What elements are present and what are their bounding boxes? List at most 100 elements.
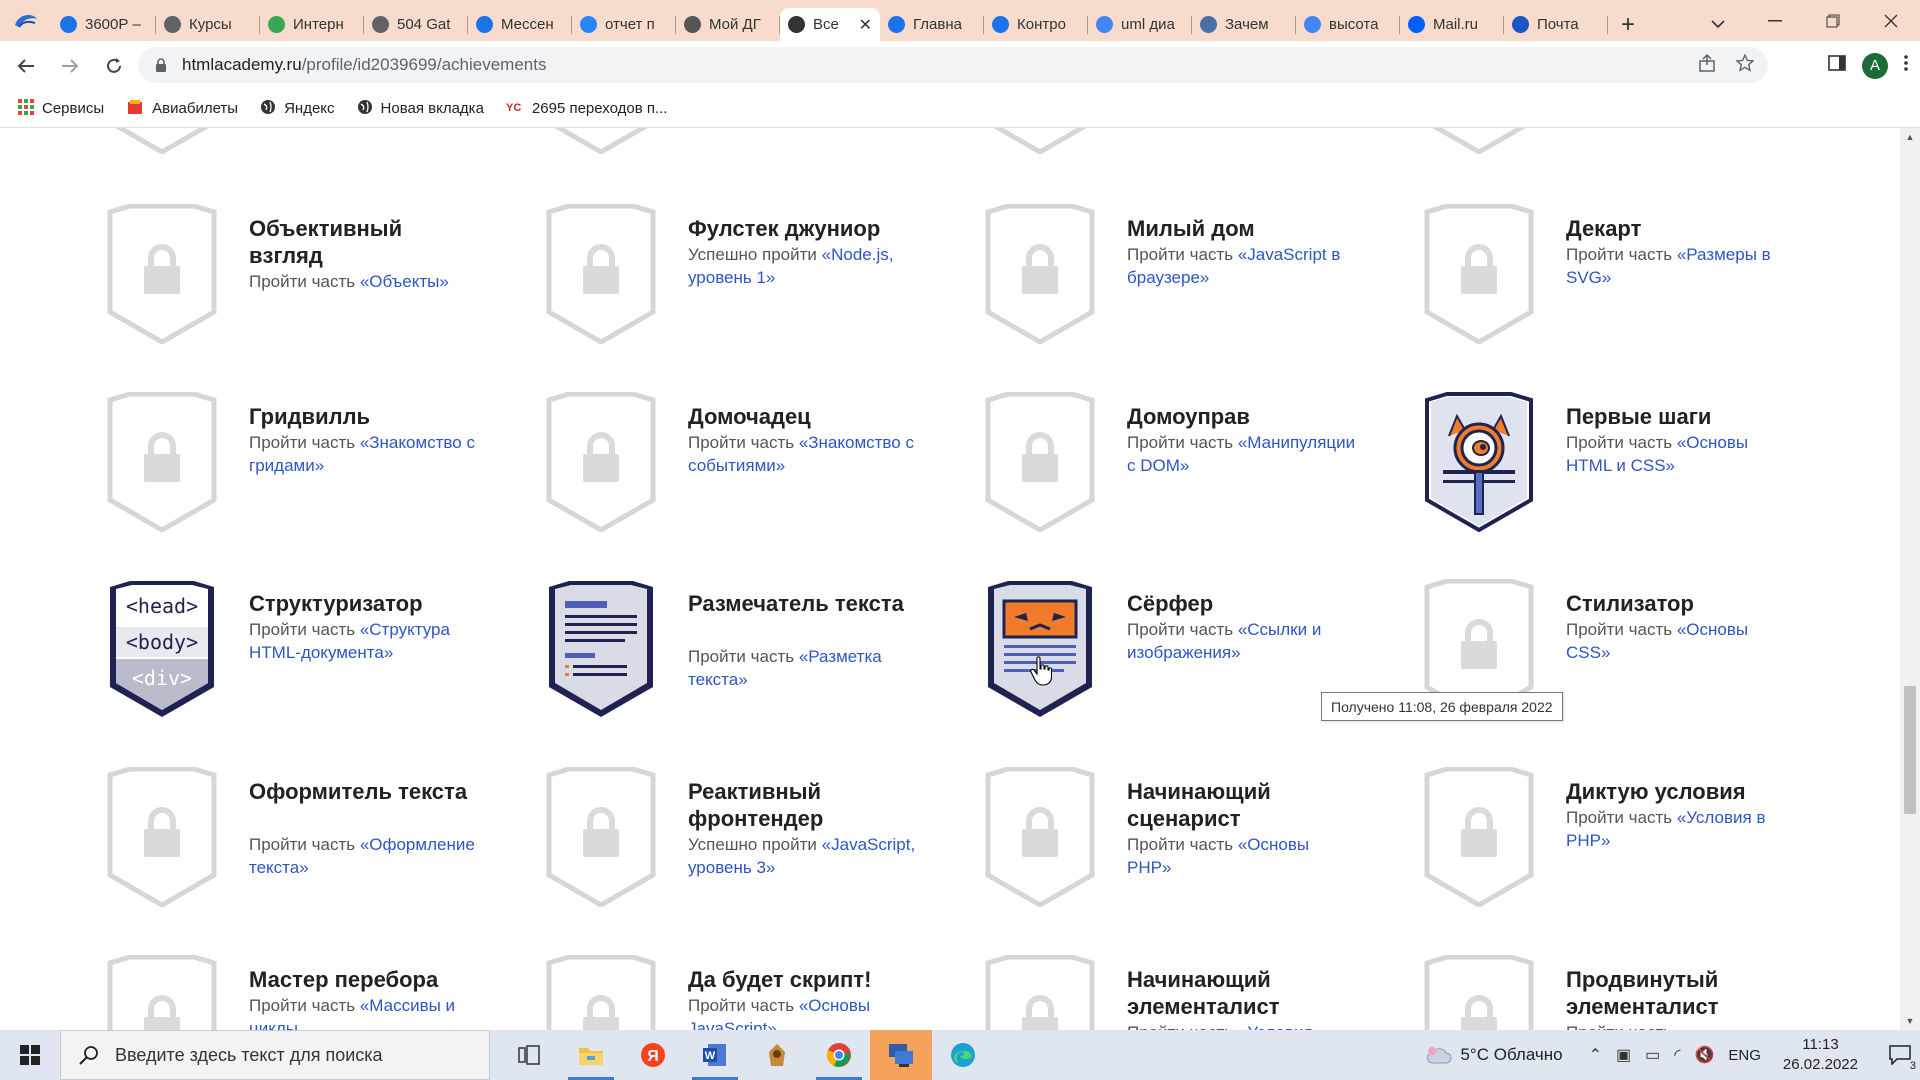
new-tab-button[interactable]: + (1608, 8, 1648, 41)
speaker-muted-icon[interactable]: 🔇 (1694, 1045, 1714, 1065)
file-explorer-icon[interactable] (560, 1030, 622, 1080)
tab-search-button[interactable] (0, 0, 52, 41)
forward-button[interactable] (52, 48, 88, 84)
course-link[interactable]: «Условия (1238, 1023, 1313, 1030)
achievement-card[interactable]: Фулстек джуниор Успешно пройти «Node.js, … (545, 203, 965, 364)
notifications-button[interactable]: 3 (1880, 1030, 1920, 1080)
achievement-card[interactable]: Мастер перебора Пройти часть «Массивы и ц… (106, 954, 526, 1030)
achievement-card[interactable]: Объективный взгляд Пройти часть «Объекты» (106, 203, 526, 364)
tab[interactable]: Мой ДГ (676, 8, 780, 41)
achievement-badge-locked[interactable] (984, 954, 1096, 1030)
achievement-card[interactable]: Да будет скрипт! Пройти часть «Основы Jav… (545, 954, 965, 1030)
achievement-badge-locked[interactable] (984, 391, 1096, 533)
tab[interactable]: Контро (984, 8, 1088, 41)
achievement-badge-locked[interactable] (1423, 954, 1535, 1030)
achievement-card[interactable]: Гридвилль Пройти часть «Знакомство с грид… (106, 391, 526, 552)
task-view-icon[interactable] (498, 1030, 560, 1080)
achievement-card[interactable]: Домочадец Пройти часть «Знакомство с собы… (545, 391, 965, 552)
achievement-card[interactable]: Домоуправ Пройти часть «Манипуляции с DOM… (984, 391, 1404, 552)
achievement-badge-earned[interactable] (1423, 392, 1535, 533)
tab[interactable]: отчет п (572, 8, 676, 41)
achievement-badge-locked[interactable] (106, 391, 218, 533)
taskbar-search[interactable]: Введите здесь текст для поиска (60, 1030, 490, 1080)
achievement-title: Оформитель текста (249, 779, 468, 804)
bookmark-item[interactable]: Новая вкладка (357, 99, 484, 119)
tab-active[interactable]: Все ✕ (780, 8, 880, 41)
scroll-up-arrow-icon[interactable]: ▲ (1900, 128, 1920, 146)
tab[interactable]: Курсы (156, 8, 260, 41)
achievement-badge-locked[interactable] (106, 954, 218, 1030)
tab[interactable]: Зачем (1192, 8, 1296, 41)
achievement-card[interactable]: Размечатель текста Пройти часть «Разметка… (545, 579, 965, 739)
achievement-badge-earned[interactable] (545, 579, 657, 719)
clock[interactable]: 11:13 26.02.2022 (1783, 1035, 1858, 1075)
tab[interactable]: Мессен (468, 8, 572, 41)
course-link[interactable]: «Объекты» (360, 272, 449, 291)
tab[interactable]: 504 Gat (364, 8, 468, 41)
bookmark-item[interactable]: Сервисы (18, 98, 104, 119)
achievement-badge-locked[interactable] (106, 203, 218, 345)
achievement-card[interactable]: Первые шаги Пройти часть «Основы HTML и C… (1423, 392, 1843, 552)
address-bar[interactable]: htmlacademy.ru/profile/id2039699/achieve… (138, 47, 1768, 83)
tab-list-dropdown[interactable] (1686, 19, 1750, 29)
side-panel-icon[interactable] (1828, 54, 1846, 77)
start-button[interactable] (0, 1030, 60, 1080)
tab[interactable]: Главна (880, 8, 984, 41)
page-scrollbar[interactable]: ▲ ▼ (1900, 128, 1920, 1030)
tab[interactable]: высота (1296, 8, 1400, 41)
remote-desktop-icon[interactable] (870, 1030, 932, 1080)
word-icon[interactable]: W (684, 1030, 746, 1080)
edge-icon[interactable] (932, 1030, 994, 1080)
bookmark-item[interactable]: Авиабилеты (126, 98, 238, 120)
tab[interactable]: 3600Р – (52, 8, 156, 41)
achievement-card[interactable]: Начинающий сценарист Пройти часть «Основы… (984, 766, 1404, 927)
tab[interactable]: Почта (1504, 8, 1608, 41)
achievement-card[interactable]: Декарт Пройти часть «Размеры в SVG» (1423, 203, 1843, 364)
tab[interactable]: uml диа (1088, 8, 1192, 41)
close-window-button[interactable] (1862, 0, 1920, 41)
scroll-down-arrow-icon[interactable]: ▼ (1900, 1012, 1920, 1030)
achievement-card[interactable]: Начинающий элементалист Пройти часть «Усл… (984, 954, 1404, 1030)
achievement-card[interactable]: Оформитель текста Пройти часть «Оформлени… (106, 766, 526, 927)
kebab-menu-icon[interactable] (1904, 54, 1908, 77)
share-icon[interactable] (1698, 53, 1716, 77)
network-device-icon[interactable]: ▣ (1616, 1045, 1631, 1065)
chevron-up-icon[interactable]: ⌃ (1589, 1045, 1602, 1065)
achievement-badge-earned[interactable] (984, 579, 1096, 719)
language-indicator[interactable]: ENG (1728, 1047, 1761, 1064)
weather-widget[interactable]: 5°C Облачно (1426, 1045, 1563, 1065)
achievement-card[interactable]: Диктую условия Пройти часть «Условия в PH… (1423, 766, 1843, 927)
achievement-badge-locked[interactable] (1423, 203, 1535, 345)
restore-button[interactable] (1804, 0, 1862, 41)
minimize-button[interactable] (1746, 0, 1804, 41)
achievement-card[interactable]: Реактивный фронтендер Успешно пройти «Jav… (545, 766, 965, 927)
achievement-card[interactable]: <head> <body> <div> Структуризатор Пройти … (106, 579, 526, 739)
achievement-badge-locked[interactable] (545, 766, 657, 908)
achievement-badge-locked[interactable] (984, 766, 1096, 908)
achievement-badge-locked[interactable] (545, 391, 657, 533)
chrome-icon[interactable] (808, 1030, 870, 1080)
star-icon[interactable] (1735, 52, 1755, 77)
achievement-badge-locked[interactable] (545, 954, 657, 1030)
back-button[interactable] (8, 48, 44, 84)
achievement-badge-earned[interactable]: <head> <body> <div> (106, 579, 218, 719)
tab[interactable]: Mail.ru (1400, 8, 1504, 41)
profile-avatar[interactable]: A (1862, 52, 1888, 79)
achievement-card[interactable]: Продвинутый элементалист Пройти часть (1423, 954, 1843, 1030)
scrollbar-thumb[interactable] (1904, 686, 1916, 814)
wifi-icon[interactable]: ◜ (1674, 1045, 1680, 1065)
yandex-browser-icon[interactable]: Я (622, 1030, 684, 1080)
reload-button[interactable] (96, 48, 132, 84)
bookmark-item[interactable]: Яндекс (260, 99, 335, 119)
bookmark-item[interactable]: YC 2695 переходов п... (506, 99, 668, 119)
game-icon[interactable] (746, 1030, 808, 1080)
tab[interactable]: Интерн (260, 8, 364, 41)
achievement-badge-locked[interactable] (545, 203, 657, 345)
achievement-badge-locked[interactable] (1423, 766, 1535, 908)
tab-close-icon[interactable]: ✕ (859, 15, 872, 35)
achievement-card[interactable]: Милый дом Пройти часть «JavaScript в брау… (984, 203, 1404, 364)
achievement-badge-locked[interactable] (106, 766, 218, 908)
achievement-badge-locked[interactable] (984, 203, 1096, 345)
battery-icon[interactable]: ▭ (1645, 1045, 1660, 1065)
lock-icon[interactable] (152, 58, 170, 72)
